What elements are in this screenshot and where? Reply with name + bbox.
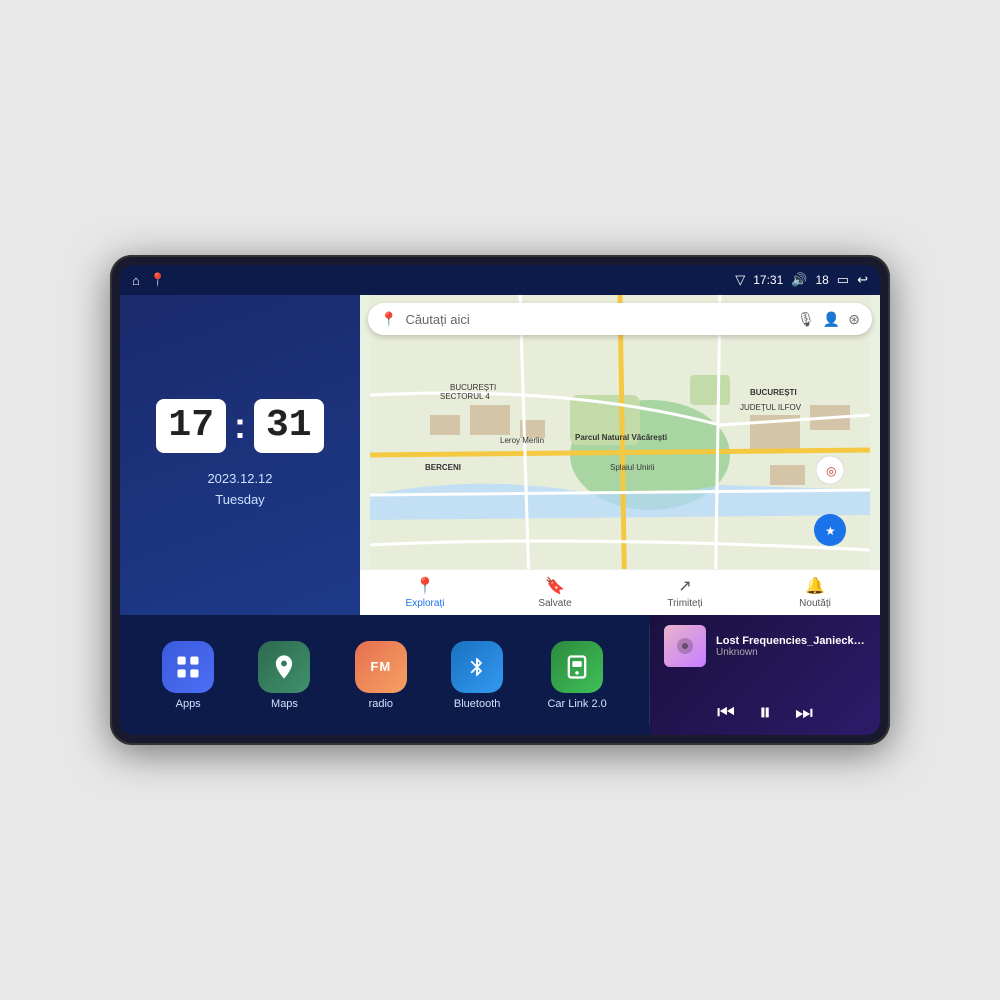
saved-icon: 🔖: [545, 576, 565, 596]
carlink-label: Car Link 2.0: [547, 698, 606, 710]
maps-icon: [258, 641, 310, 693]
map-search-bar[interactable]: 📍 Căutați aici 🎙 👤 ⊛: [368, 303, 872, 335]
top-section: 17 : 31 2023.12.12 Tuesday 📍 Căutați aic…: [120, 295, 880, 615]
svg-text:Parcul Natural Văcărești: Parcul Natural Văcărești: [575, 433, 667, 442]
status-time: 17:31: [753, 273, 783, 287]
clock-display: 17 : 31: [156, 399, 323, 453]
status-bar: ⌂ 📍 ▽ 17:31 🔊 18 ▭ ↩: [120, 265, 880, 295]
app-item-carlink[interactable]: Car Link 2.0: [547, 641, 606, 710]
status-bar-left: ⌂ 📍: [132, 272, 166, 288]
maps-label: Maps: [271, 698, 298, 710]
share-icon: ↗: [678, 576, 691, 596]
map-nav-saved-label: Salvate: [538, 598, 571, 609]
music-next-button[interactable]: ⏭: [795, 703, 813, 723]
app-item-radio[interactable]: FM radio: [355, 641, 407, 710]
map-nav-explore-label: Explorați: [406, 598, 445, 609]
map-mic-icon[interactable]: 🎙: [797, 311, 815, 328]
bluetooth-icon: [451, 641, 503, 693]
clock-minutes: 31: [254, 399, 324, 453]
map-nav-news[interactable]: 🔔 Noutăți: [750, 570, 880, 615]
google-maps-pin-icon: 📍: [380, 311, 397, 328]
apps-bar: Apps Maps FM radio: [120, 615, 649, 735]
device-screen: ⌂ 📍 ▽ 17:31 🔊 18 ▭ ↩ 17 :: [120, 265, 880, 735]
news-icon: 🔔: [805, 576, 825, 596]
svg-text:BUCUREȘTI: BUCUREȘTI: [750, 388, 797, 397]
apps-icon: [162, 641, 214, 693]
music-play-pause-button[interactable]: ⏸: [759, 701, 771, 725]
music-controls: ⏮ ⏸ ⏭: [664, 701, 866, 725]
map-bottom-nav: 📍 Explorați 🔖 Salvate ↗ Trimiteți 🔔: [360, 569, 880, 615]
back-icon[interactable]: ↩: [857, 272, 868, 288]
app-item-maps[interactable]: Maps: [258, 641, 310, 710]
music-prev-button[interactable]: ⏮: [717, 703, 735, 723]
app-item-bluetooth[interactable]: Bluetooth: [451, 641, 503, 710]
volume-level: 18: [815, 273, 828, 287]
music-thumbnail: [664, 625, 706, 667]
map-widget[interactable]: 📍 Căutați aici 🎙 👤 ⊛: [360, 295, 880, 615]
svg-text:SECTORUL 4: SECTORUL 4: [440, 392, 490, 401]
music-text: Lost Frequencies_Janieck Devy-... Unknow…: [716, 635, 866, 658]
map-background: Parcul Natural Văcărești BUCUREȘTI JUDEȚ…: [360, 295, 880, 615]
home-icon[interactable]: ⌂: [132, 273, 140, 288]
music-player: Lost Frequencies_Janieck Devy-... Unknow…: [650, 615, 880, 735]
map-nav-share-label: Trimiteți: [667, 598, 702, 609]
map-nav-saved[interactable]: 🔖 Salvate: [490, 570, 620, 615]
map-layers-icon[interactable]: ⊛: [848, 311, 860, 328]
map-search-placeholder: Căutați aici: [405, 312, 789, 327]
explore-icon: 📍: [415, 576, 435, 596]
app-item-apps[interactable]: Apps: [162, 641, 214, 710]
map-account-icon[interactable]: 👤: [823, 311, 840, 328]
music-artist: Unknown: [716, 647, 866, 658]
carlink-icon: [551, 641, 603, 693]
clock-hours: 17: [156, 399, 226, 453]
radio-label: radio: [369, 698, 393, 710]
svg-text:◎: ◎: [826, 464, 836, 478]
map-nav-share[interactable]: ↗ Trimiteți: [620, 570, 750, 615]
svg-text:Splaiul Unirii: Splaiul Unirii: [610, 463, 655, 472]
clock-date: 2023.12.12 Tuesday: [207, 469, 272, 511]
apps-label: Apps: [176, 698, 201, 710]
car-device: ⌂ 📍 ▽ 17:31 🔊 18 ▭ ↩ 17 :: [110, 255, 890, 745]
volume-icon: 🔊: [791, 272, 807, 288]
map-nav-explore[interactable]: 📍 Explorați: [360, 570, 490, 615]
clock-colon: :: [234, 408, 246, 444]
maps-status-icon[interactable]: 📍: [150, 272, 166, 288]
svg-text:JUDEȚUL ILFOV: JUDEȚUL ILFOV: [740, 403, 802, 412]
radio-icon: FM: [355, 641, 407, 693]
map-nav-news-label: Noutăți: [799, 598, 831, 609]
main-area: 17 : 31 2023.12.12 Tuesday 📍 Căutați aic…: [120, 295, 880, 735]
svg-text:BERCENI: BERCENI: [425, 463, 461, 472]
bluetooth-label: Bluetooth: [454, 698, 500, 710]
status-bar-right: ▽ 17:31 🔊 18 ▭ ↩: [735, 272, 868, 288]
clock-widget: 17 : 31 2023.12.12 Tuesday: [120, 295, 360, 615]
svg-text:Leroy Merlin: Leroy Merlin: [500, 436, 544, 445]
battery-icon: ▭: [837, 272, 849, 288]
music-title: Lost Frequencies_Janieck Devy-...: [716, 635, 866, 647]
signal-icon: ▽: [735, 272, 745, 288]
bottom-section: Apps Maps FM radio: [120, 615, 880, 735]
svg-text:★: ★: [825, 524, 836, 538]
music-info: Lost Frequencies_Janieck Devy-... Unknow…: [664, 625, 866, 667]
svg-text:BUCUREȘTI: BUCUREȘTI: [450, 383, 496, 392]
